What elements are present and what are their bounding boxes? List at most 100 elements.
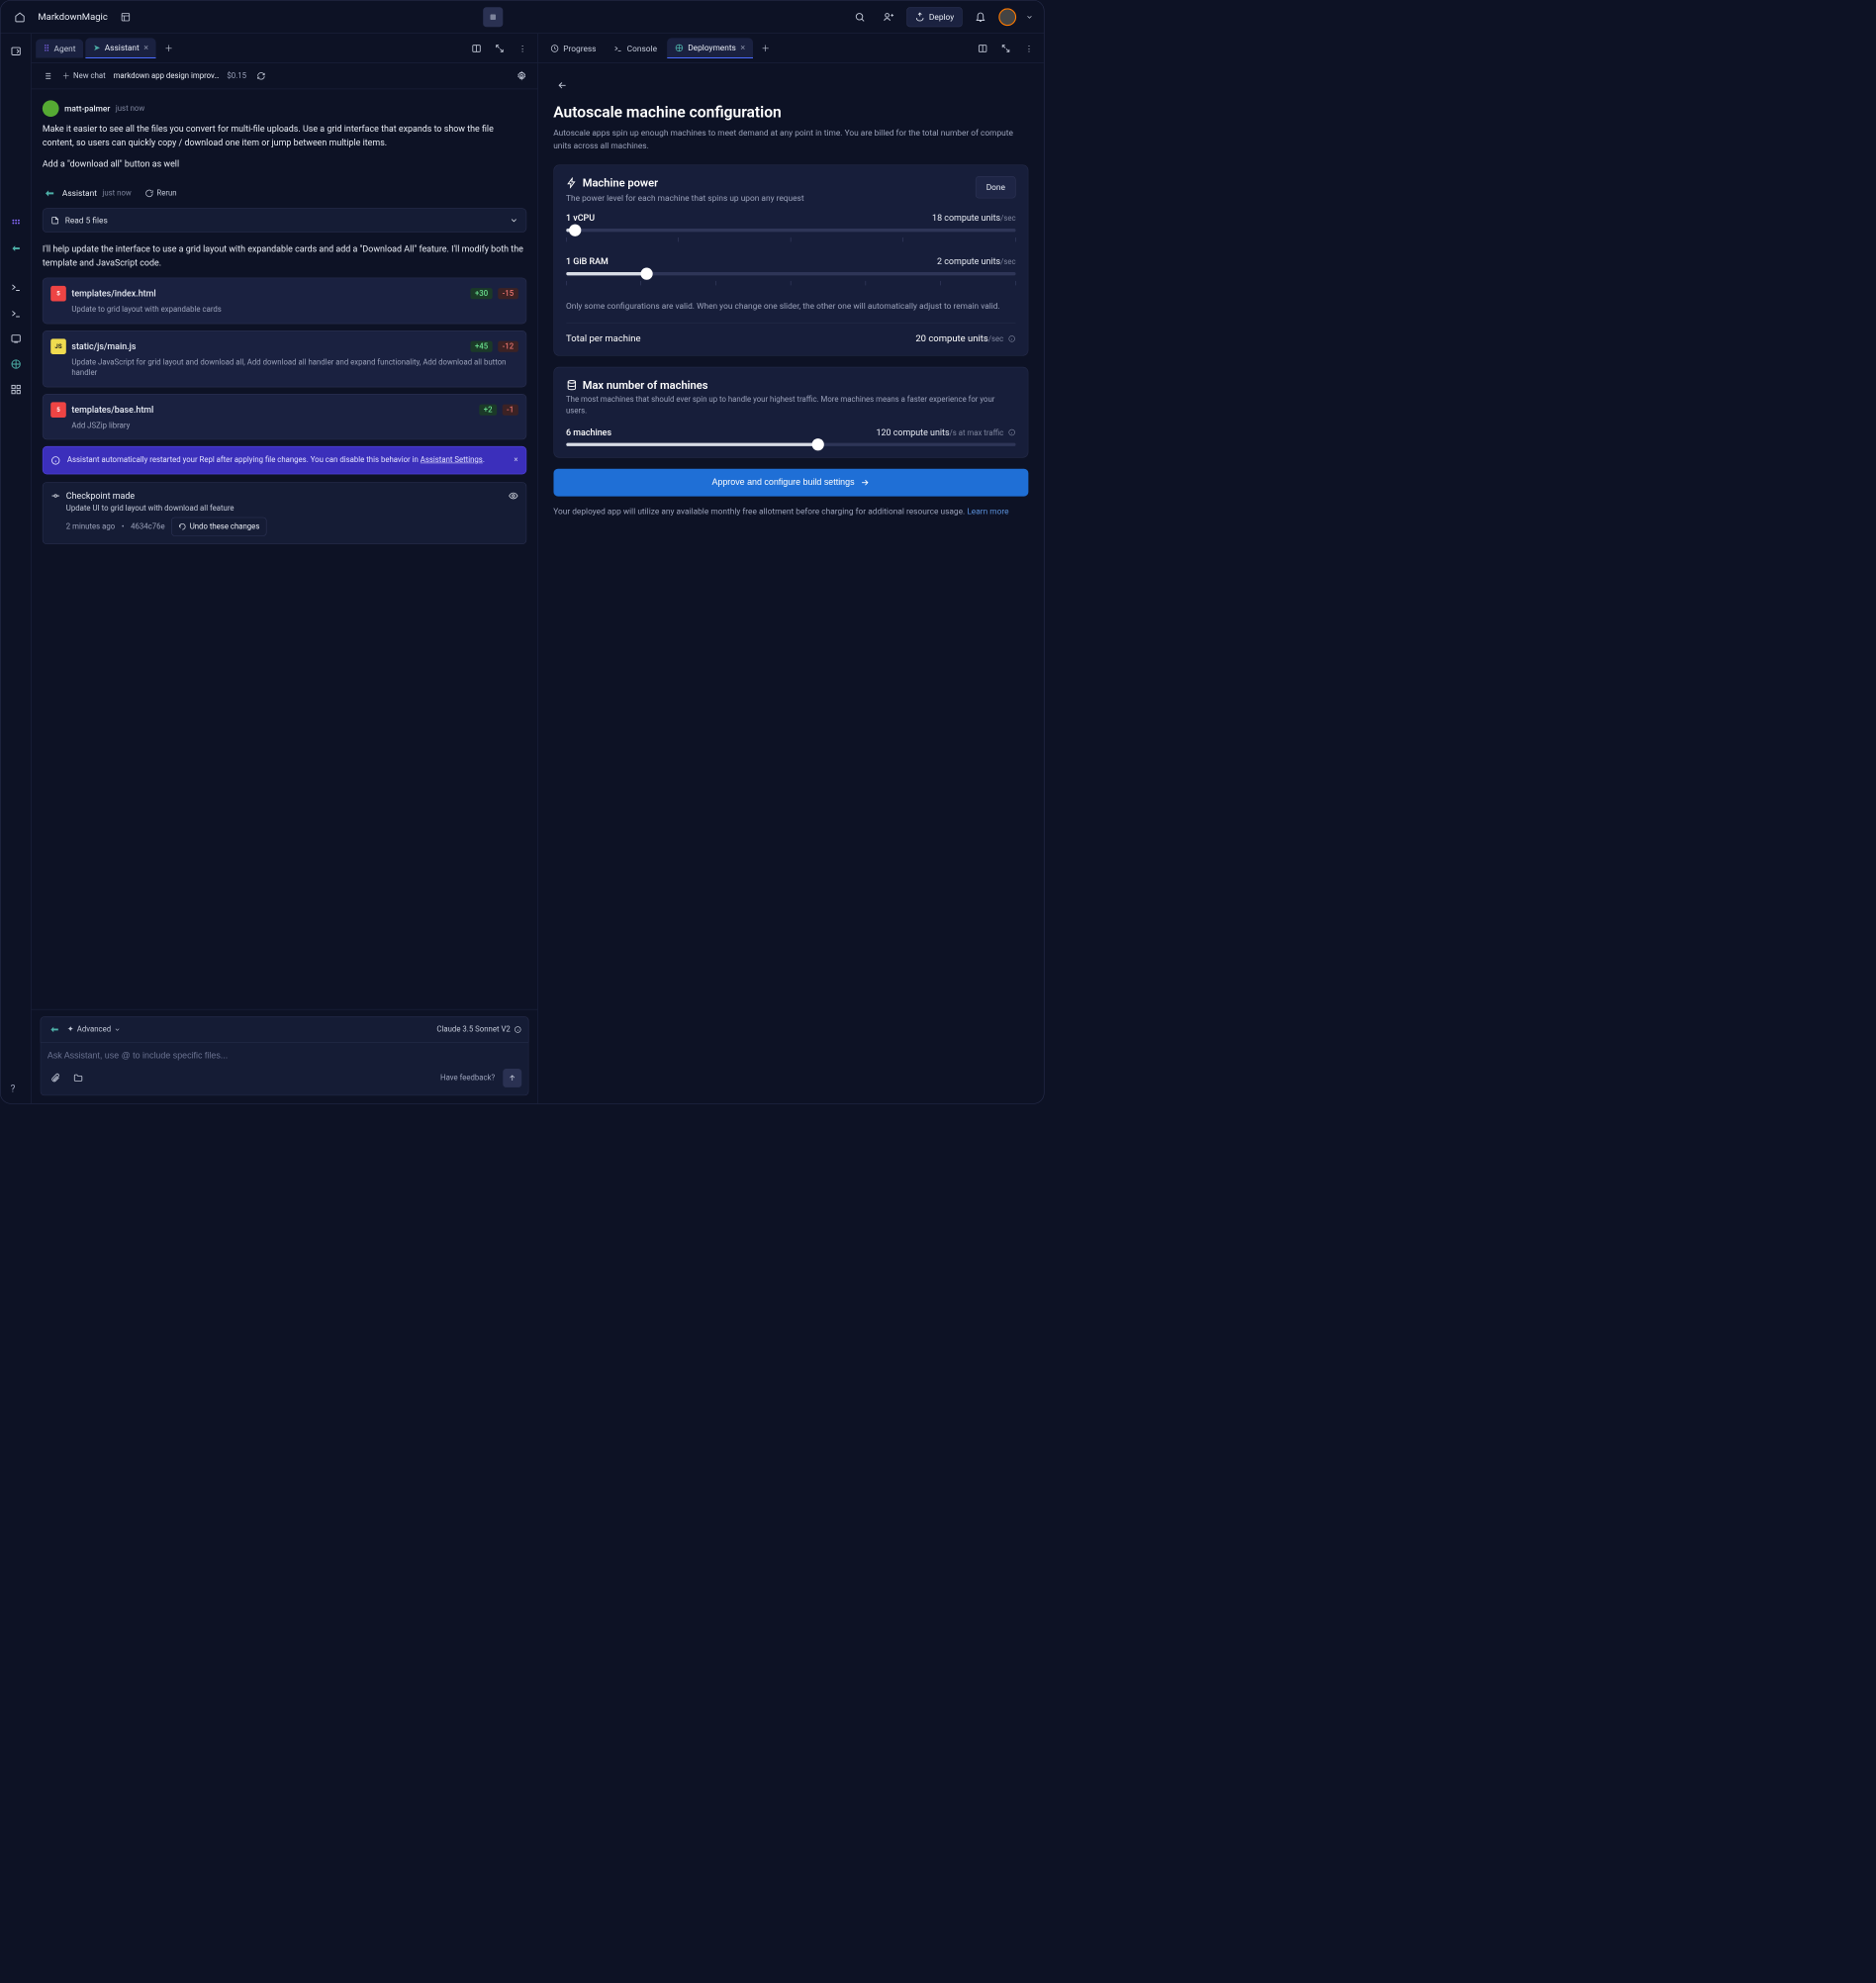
search-field-collapsed[interactable] — [483, 7, 503, 27]
tab-label: Progress — [563, 44, 596, 53]
topbar: MarkdownMagic Deploy — [1, 1, 1044, 34]
tab-deployments[interactable]: Deployments × — [667, 38, 753, 58]
file-name: static/js/main.js — [71, 341, 465, 352]
eye-icon[interactable] — [509, 491, 518, 501]
assistant-icon — [47, 1022, 61, 1036]
grid-rail-icon[interactable] — [5, 378, 27, 400]
file-desc: Update JavaScript for grid layout and do… — [71, 357, 517, 379]
advanced-toggle[interactable]: ✦ Advanced — [67, 1025, 121, 1034]
close-icon[interactable]: × — [514, 454, 517, 466]
slider-thumb[interactable] — [569, 224, 581, 236]
assistant-name: Assistant — [62, 189, 97, 199]
tab-agent[interactable]: ⠿ Agent — [36, 39, 83, 57]
file-name: templates/index.html — [71, 288, 465, 299]
composer-input[interactable] — [47, 1051, 521, 1061]
footnote: Your deployed app will utilize any avail… — [553, 506, 1028, 519]
refresh-icon[interactable] — [254, 69, 268, 83]
deploy-scroll[interactable]: Autoscale machine configuration Autoscal… — [538, 63, 1044, 1103]
back-icon[interactable] — [553, 76, 571, 94]
avatar[interactable] — [998, 8, 1016, 26]
slider-thumb[interactable] — [641, 267, 653, 279]
send-button[interactable] — [503, 1069, 521, 1087]
add-tab-icon[interactable]: ＋ — [755, 38, 776, 58]
add-tab-icon[interactable]: ＋ — [158, 38, 179, 58]
slider-track[interactable] — [566, 272, 1016, 275]
expand-icon[interactable] — [489, 38, 510, 58]
panel-split-icon[interactable] — [973, 38, 993, 58]
message-body: I'll help update the interface to use a … — [43, 242, 526, 270]
feedback-link[interactable]: Have feedback? — [440, 1074, 495, 1083]
git-commit-icon — [50, 491, 60, 501]
slider-cost: 2 compute units — [937, 256, 1000, 267]
machine-power-card: Machine power The power level for each m… — [553, 164, 1028, 355]
attach-icon[interactable] — [47, 1071, 63, 1086]
info-icon[interactable] — [1008, 335, 1016, 343]
shell-rail-icon[interactable] — [5, 303, 27, 325]
more-icon[interactable]: ⋮ — [512, 38, 532, 58]
toggle-rail-icon[interactable] — [5, 41, 27, 62]
ram-slider: 1 GiB RAM 2 compute units/sec — [566, 256, 1016, 286]
info-icon[interactable] — [1008, 428, 1016, 436]
database-icon — [566, 380, 577, 391]
conversation-title: markdown app design improv… — [113, 71, 219, 80]
new-chat-button[interactable]: ＋ New chat — [62, 70, 106, 81]
expand-icon[interactable] — [995, 38, 1016, 58]
slider-thumb[interactable] — [811, 438, 823, 450]
panel-split-icon[interactable] — [466, 38, 487, 58]
banner-text: . — [483, 456, 485, 465]
html-file-icon: 5 — [50, 286, 66, 302]
approve-button[interactable]: Approve and configure build settings — [553, 469, 1028, 497]
done-button[interactable]: Done — [976, 176, 1015, 198]
home-icon[interactable] — [9, 6, 30, 27]
tab-label: Assistant — [105, 43, 140, 52]
rerun-button[interactable]: Rerun — [144, 189, 176, 198]
diff-additions: +45 — [471, 340, 493, 351]
close-icon[interactable]: × — [740, 43, 745, 53]
tab-console[interactable]: Console — [607, 39, 665, 57]
read-files-expand[interactable]: Read 5 files — [43, 209, 526, 233]
assistant-message: Assistant just now Rerun Read 5 files — [43, 186, 526, 544]
chevron-down-icon — [114, 1026, 121, 1033]
assistant-rail-icon[interactable] — [5, 237, 27, 259]
checkpoint-card: Checkpoint made Update UI to grid layout… — [43, 482, 526, 544]
invite-icon[interactable] — [878, 6, 898, 27]
message-time: just now — [103, 189, 132, 198]
chat-scroll[interactable]: matt-palmer just now Make it easier to s… — [32, 89, 537, 1009]
file-change-card[interactable]: 5 templates/base.html +2 -1 Add JSZip li… — [43, 394, 526, 440]
file-change-card[interactable]: 5 templates/index.html +30 -15 Update to… — [43, 278, 526, 325]
list-icon[interactable] — [41, 69, 54, 83]
gear-icon[interactable] — [515, 69, 528, 83]
chevron-down-icon[interactable] — [1024, 6, 1035, 27]
bolt-icon — [566, 177, 577, 188]
total-row: Total per machine 20 compute units/sec — [566, 323, 1016, 344]
slider-unit: /sec — [1000, 214, 1015, 223]
slider-track[interactable] — [566, 443, 1016, 446]
folder-icon[interactable] — [70, 1071, 86, 1086]
deploy-icon — [675, 44, 684, 52]
more-icon[interactable]: ⋮ — [1018, 38, 1039, 58]
undo-button[interactable]: Undo these changes — [171, 518, 266, 536]
slider-track[interactable] — [566, 229, 1016, 232]
deploy-button-label: Deploy — [929, 12, 954, 22]
model-selector[interactable]: Claude 3.5 Sonnet V2 — [436, 1025, 520, 1034]
file-change-card[interactable]: JS static/js/main.js +45 -12 Update Java… — [43, 330, 526, 387]
close-icon[interactable]: × — [143, 43, 148, 53]
tab-progress[interactable]: Progress — [542, 39, 604, 57]
deploy-button[interactable]: Deploy — [906, 7, 962, 27]
right-tabbar: Progress Console Deployments × ＋ — [538, 34, 1044, 63]
tab-assistant[interactable]: ➤ Assistant × — [85, 38, 155, 58]
user-message: matt-palmer just now Make it easier to s… — [43, 100, 526, 170]
learn-more-link[interactable]: Learn more — [967, 507, 1008, 517]
bell-icon[interactable] — [970, 6, 990, 27]
agent-rail-icon[interactable] — [5, 212, 27, 234]
banner-link[interactable]: Assistant Settings — [421, 456, 483, 465]
layout-icon[interactable] — [116, 6, 137, 27]
help-icon[interactable]: ? — [11, 1083, 16, 1094]
checkpoint-desc: Update UI to grid layout with download a… — [66, 505, 518, 514]
deploy-rail-icon[interactable] — [5, 353, 27, 375]
file-name: templates/base.html — [71, 405, 473, 416]
message-body: Make it easier to see all the files you … — [43, 123, 526, 150]
run-rail-icon[interactable] — [5, 277, 27, 299]
preview-rail-icon[interactable] — [5, 328, 27, 349]
search-icon[interactable] — [849, 6, 870, 27]
